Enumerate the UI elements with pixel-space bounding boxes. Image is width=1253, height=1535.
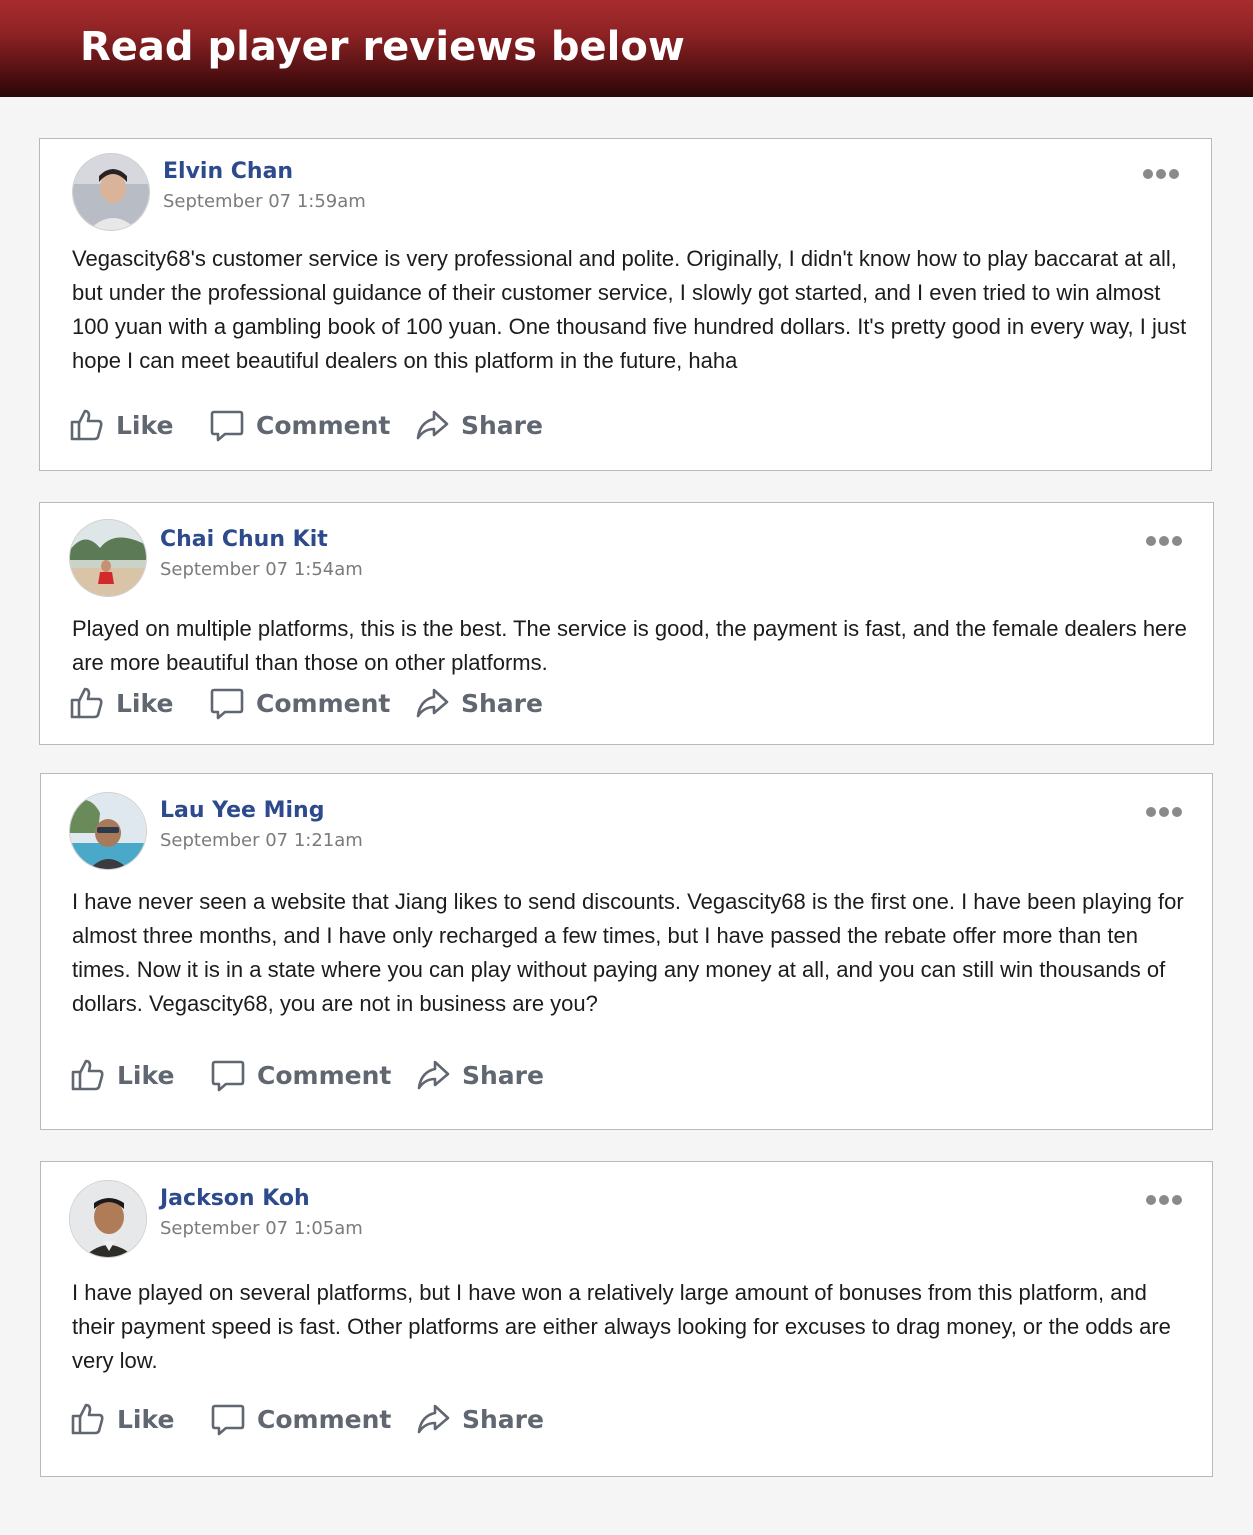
action-bar: Like Comment Share xyxy=(69,1055,549,1095)
review-date: September 07 1:05am xyxy=(160,1218,363,1239)
share-arrow-icon xyxy=(414,1056,452,1094)
more-options-icon[interactable] xyxy=(1143,166,1183,179)
like-label: Like xyxy=(116,688,174,718)
reviewer-name[interactable]: Chai Chun Kit xyxy=(160,527,328,552)
review-text: I have played on several platforms, but … xyxy=(72,1280,1171,1373)
like-label: Like xyxy=(117,1060,175,1090)
review-text: I have never seen a website that Jiang l… xyxy=(72,889,1184,1016)
thumbs-up-icon xyxy=(69,1056,107,1094)
avatar[interactable] xyxy=(69,1180,147,1258)
review-text: Played on multiple platforms, this is th… xyxy=(72,616,1187,675)
review-date: September 07 1:21am xyxy=(160,830,363,851)
review-card: Chai Chun Kit September 07 1:54am Played… xyxy=(39,502,1214,745)
comment-bubble-icon xyxy=(209,1056,247,1094)
review-date: September 07 1:54am xyxy=(160,559,363,580)
action-bar: Like Comment Share xyxy=(68,405,548,445)
avatar[interactable] xyxy=(69,519,147,597)
review-card: Lau Yee Ming September 07 1:21am I have … xyxy=(40,773,1213,1130)
reviewer-name[interactable]: Lau Yee Ming xyxy=(160,798,324,823)
comment-bubble-icon xyxy=(208,406,246,444)
review-card: Jackson Koh September 07 1:05am I have p… xyxy=(40,1161,1213,1477)
share-arrow-icon xyxy=(414,1400,452,1438)
comment-button[interactable]: Comment xyxy=(208,683,390,723)
like-label: Like xyxy=(117,1404,175,1434)
more-options-icon[interactable] xyxy=(1146,1192,1186,1205)
header-banner: Read player reviews below xyxy=(0,0,1253,97)
share-button[interactable]: Share xyxy=(413,683,543,723)
thumbs-up-icon xyxy=(69,1400,107,1438)
like-button[interactable]: Like xyxy=(69,1399,174,1439)
comment-button[interactable]: Comment xyxy=(209,1399,391,1439)
like-button[interactable]: Like xyxy=(68,683,173,723)
reviewer-name[interactable]: Jackson Koh xyxy=(160,1186,310,1211)
comment-button[interactable]: Comment xyxy=(208,405,390,445)
like-label: Like xyxy=(116,410,174,440)
share-label: Share xyxy=(462,1404,544,1434)
share-button[interactable]: Share xyxy=(413,405,543,445)
share-label: Share xyxy=(461,688,543,718)
share-button[interactable]: Share xyxy=(414,1399,544,1439)
comment-label: Comment xyxy=(257,1060,392,1090)
comment-bubble-icon xyxy=(208,684,246,722)
page-title: Read player reviews below xyxy=(80,24,685,70)
reviewer-name[interactable]: Elvin Chan xyxy=(163,159,293,184)
like-button[interactable]: Like xyxy=(69,1055,174,1095)
avatar[interactable] xyxy=(69,792,147,870)
thumbs-up-icon xyxy=(68,684,106,722)
review-card: Elvin Chan September 07 1:59am Vegascity… xyxy=(39,138,1212,471)
comment-button[interactable]: Comment xyxy=(209,1055,391,1095)
action-bar: Like Comment Share xyxy=(68,683,548,723)
review-date: September 07 1:59am xyxy=(163,191,366,212)
thumbs-up-icon xyxy=(68,406,106,444)
comment-bubble-icon xyxy=(209,1400,247,1438)
more-options-icon[interactable] xyxy=(1146,533,1186,546)
more-options-icon[interactable] xyxy=(1146,804,1186,817)
share-arrow-icon xyxy=(413,684,451,722)
like-button[interactable]: Like xyxy=(68,405,173,445)
comment-label: Comment xyxy=(257,1404,392,1434)
comment-label: Comment xyxy=(256,688,391,718)
share-arrow-icon xyxy=(413,406,451,444)
share-button[interactable]: Share xyxy=(414,1055,544,1095)
share-label: Share xyxy=(462,1060,544,1090)
review-text: Vegascity68's customer service is very p… xyxy=(72,246,1187,373)
comment-label: Comment xyxy=(256,410,391,440)
avatar[interactable] xyxy=(72,153,150,231)
share-label: Share xyxy=(461,410,543,440)
action-bar: Like Comment Share xyxy=(69,1399,549,1439)
